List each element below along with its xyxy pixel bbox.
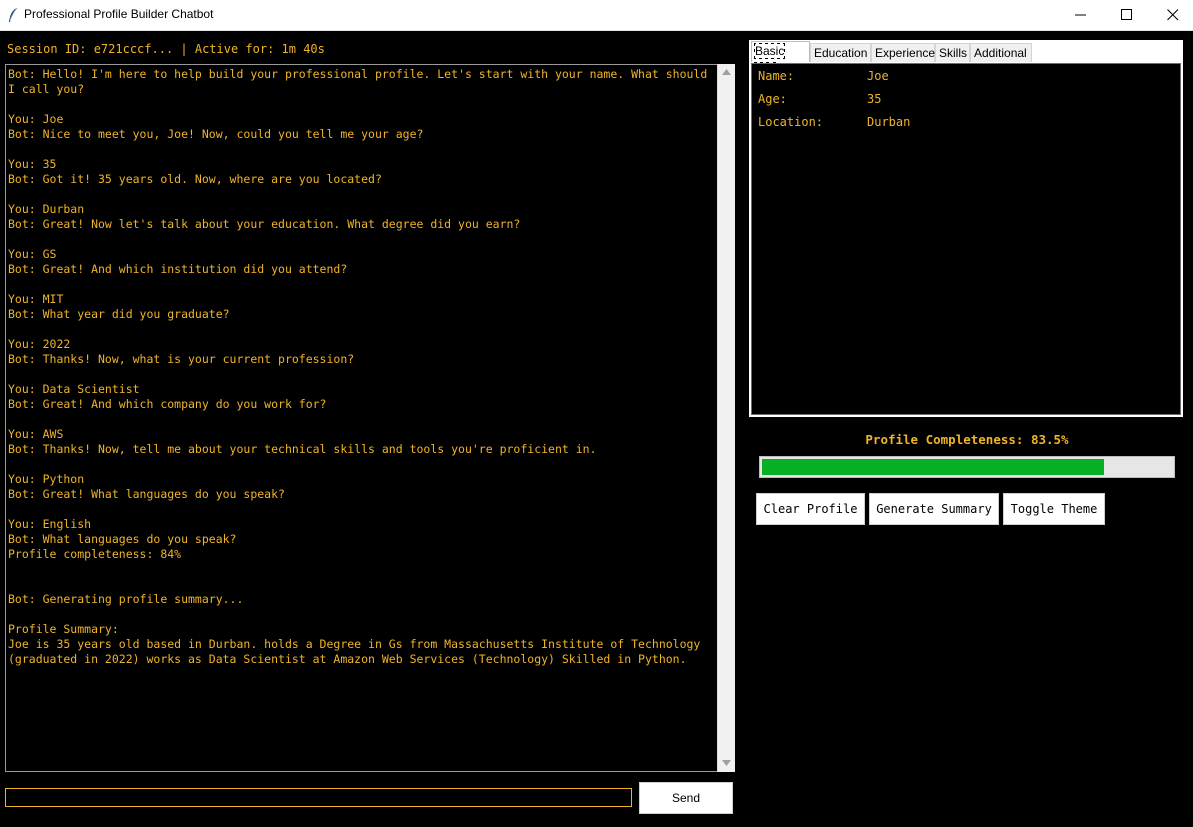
basic-info-panel: Name: Joe Age: 35 Location: Durban [751, 63, 1181, 415]
tab-experience-label: Experience [875, 46, 936, 60]
tab-additional-label: Additional [974, 46, 1027, 60]
tab-bar: Basic Info Education Experience Skills A… [749, 40, 1183, 78]
tab-experience[interactable]: Experience [871, 43, 935, 62]
info-value: Joe [867, 69, 889, 83]
chat-transcript-text: Bot: Hello! I'm here to help build your … [8, 67, 708, 666]
completeness-progress-bar [759, 456, 1175, 478]
tab-skills-label: Skills [939, 46, 968, 60]
completeness-label: Profile Completeness: 83.5% [865, 432, 1069, 447]
scroll-up-button[interactable] [718, 64, 735, 81]
tab-additional[interactable]: Additional [970, 43, 1032, 62]
tab-education[interactable]: Education [810, 43, 871, 62]
scroll-down-button[interactable] [718, 755, 735, 772]
maximize-icon [1121, 9, 1132, 20]
send-button[interactable]: Send [639, 782, 733, 814]
minimize-button[interactable] [1058, 0, 1104, 30]
generate-summary-button[interactable]: Generate Summary [869, 493, 999, 525]
chevron-down-icon [722, 760, 731, 766]
close-icon [1167, 9, 1179, 21]
session-status: Session ID: e721cccf... | Active for: 1m… [7, 42, 325, 56]
chat-transcript[interactable]: Bot: Hello! I'm here to help build your … [5, 64, 717, 772]
minimize-icon [1075, 14, 1086, 16]
close-button[interactable] [1150, 0, 1193, 30]
chevron-up-icon [722, 69, 731, 75]
info-label: Age: [758, 92, 787, 106]
feather-icon [9, 7, 18, 22]
chat-scrollbar[interactable] [717, 64, 735, 772]
tab-education-label: Education [814, 46, 868, 60]
info-value: 35 [867, 92, 882, 106]
message-input[interactable] [5, 788, 632, 807]
toggle-theme-button[interactable]: Toggle Theme [1003, 493, 1105, 525]
tab-basic-info[interactable]: Basic Info [751, 41, 810, 78]
info-label: Name: [758, 69, 795, 83]
profile-notebook: Basic Info Education Experience Skills A… [749, 40, 1183, 417]
maximize-button[interactable] [1104, 0, 1150, 30]
clear-profile-button[interactable]: Clear Profile [756, 493, 865, 525]
progress-fill [762, 459, 1104, 475]
info-value: Durban [867, 115, 911, 129]
tab-skills[interactable]: Skills [935, 43, 970, 62]
title-bar: Professional Profile Builder Chatbot [0, 0, 1193, 31]
window-title: Professional Profile Builder Chatbot [24, 7, 214, 21]
info-label: Location: [758, 115, 824, 129]
